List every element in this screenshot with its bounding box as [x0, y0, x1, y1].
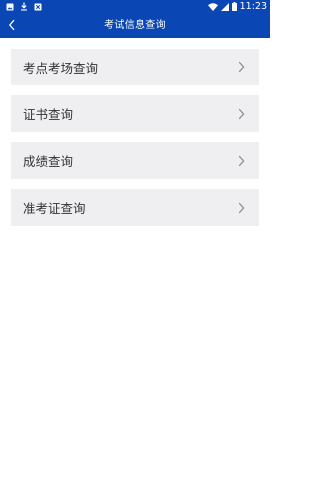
menu-item-certificate-query[interactable]: 证书查询: [11, 95, 259, 132]
app-bar: 考试信息查询: [0, 13, 270, 38]
status-right: 11:23: [205, 0, 267, 13]
chevron-right-icon: [238, 108, 245, 120]
battery-icon: [231, 2, 237, 11]
notification-icon: [34, 3, 42, 11]
status-left: [6, 0, 48, 13]
status-bar: 11:23: [0, 0, 270, 13]
download-icon: [20, 2, 28, 11]
chevron-left-icon: [8, 16, 16, 35]
page-title: 考试信息查询: [104, 20, 166, 31]
chevron-right-icon: [238, 155, 245, 167]
signal-icon: [220, 2, 229, 11]
menu-item-score-query[interactable]: 成绩查询: [11, 142, 259, 179]
chevron-right-icon: [238, 202, 245, 214]
menu-item-label: 证书查询: [23, 107, 74, 122]
image-icon: [6, 3, 14, 11]
menu-item-exam-site-query[interactable]: 考点考场查询: [11, 49, 259, 85]
menu-item-label: 考点考场查询: [23, 60, 99, 76]
back-button[interactable]: [0, 13, 24, 38]
menu-item-label: 成绩查询: [23, 154, 74, 169]
wifi-icon: [207, 2, 218, 11]
menu-item-admission-ticket-query[interactable]: 准考证查询: [11, 189, 259, 226]
status-time: 11:23: [239, 1, 267, 12]
menu-list: 考点考场查询 证书查询 成绩查询 准考证查询: [11, 49, 259, 236]
chevron-right-icon: [238, 61, 245, 73]
menu-item-label: 准考证查询: [23, 201, 86, 216]
